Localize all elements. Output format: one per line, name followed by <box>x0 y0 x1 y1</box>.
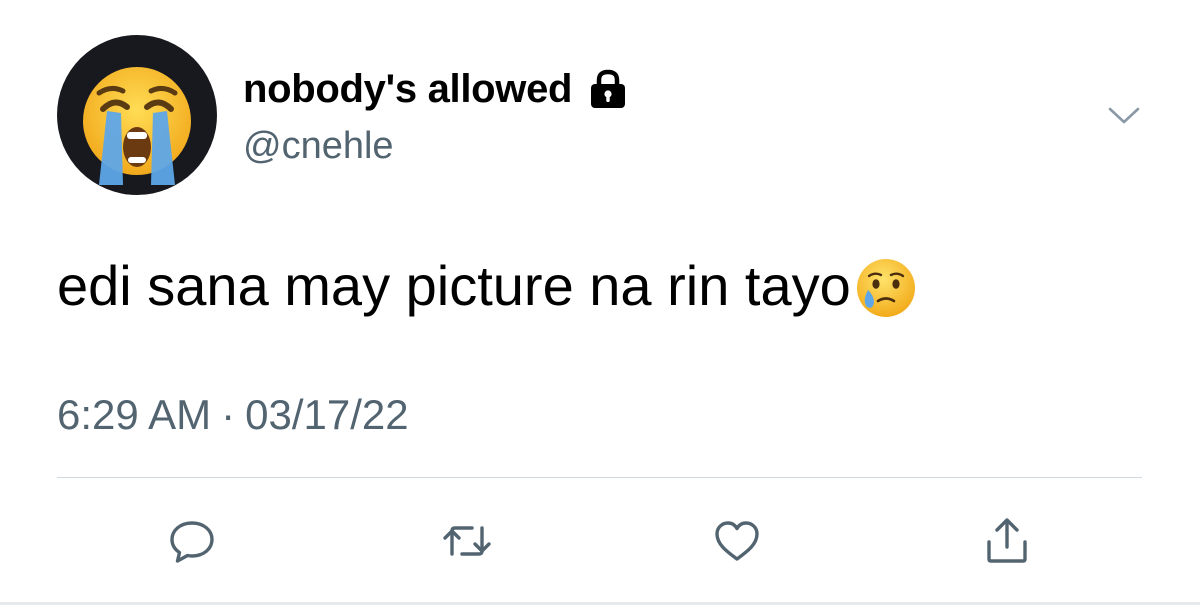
retweet-icon <box>443 526 491 556</box>
display-name[interactable]: nobody's allowed <box>243 66 572 112</box>
more-options-button[interactable] <box>1100 96 1148 136</box>
share-button[interactable] <box>977 513 1037 569</box>
chevron-down-icon <box>1108 107 1140 124</box>
author-name-row[interactable]: nobody's allowed <box>243 66 630 112</box>
share-icon <box>987 518 1027 563</box>
author-handle[interactable]: @cnehle <box>243 124 394 168</box>
reply-bubble-icon <box>170 521 214 563</box>
loudly-crying-face-icon <box>83 67 191 185</box>
like-button[interactable] <box>707 513 767 569</box>
tweet-time: 6:29 AM <box>57 391 212 438</box>
tweet-date: 03/17/22 <box>245 391 409 438</box>
heart-icon <box>715 521 759 561</box>
tweet-text: edi sana may picture na rin tayo <box>57 254 851 317</box>
divider <box>57 477 1142 478</box>
face-holding-back-tears-icon <box>855 257 917 319</box>
lock-icon <box>586 67 630 111</box>
reply-button[interactable] <box>162 513 222 569</box>
retweet-button[interactable] <box>437 513 497 569</box>
timestamp-separator: · <box>221 391 236 438</box>
tweet-timestamp[interactable]: 6:29 AM · 03/17/22 <box>57 389 409 441</box>
tweet-text-row: edi sana may picture na rin tayo <box>57 252 917 320</box>
avatar[interactable] <box>57 35 217 195</box>
